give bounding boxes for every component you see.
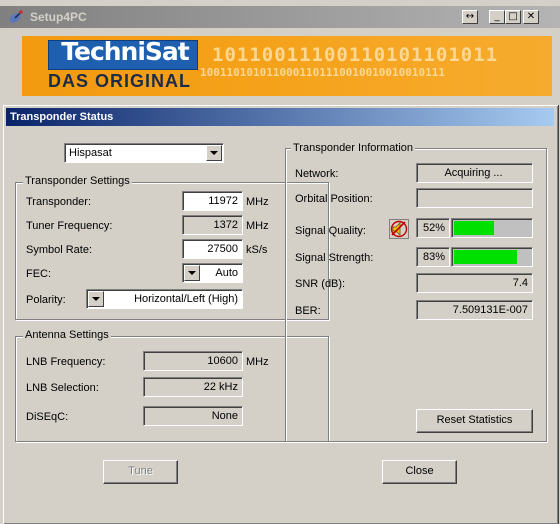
- satellite-icon: [9, 10, 23, 23]
- satellite-select[interactable]: Hispasat: [64, 143, 224, 163]
- transponder-label: Transponder:: [26, 196, 92, 208]
- tune-button[interactable]: Tune: [103, 460, 178, 484]
- transponder-information-label: Transponder Information: [291, 142, 416, 155]
- resize-button[interactable]: ↔: [462, 10, 478, 24]
- signal-strength-bar-fill: [454, 250, 517, 264]
- orbital-position-field: [416, 188, 533, 208]
- transponder-status-dialog: Transponder Status Hispasat Transponder …: [2, 104, 558, 524]
- dialog-title: Transponder Status: [10, 111, 114, 123]
- binary-pattern: 1001101010110001101110010010010010111: [200, 66, 446, 79]
- snr-label: SNR (dB):: [295, 278, 346, 290]
- antenna-settings-label: Antenna Settings: [23, 329, 111, 342]
- audio-speaker-icon[interactable]: [389, 219, 409, 239]
- transponder-unit: MHz: [246, 196, 269, 208]
- maximize-button[interactable]: □: [505, 10, 521, 24]
- satellite-select-value: Hispasat: [69, 147, 112, 159]
- tuner-frequency-field: 1372: [182, 215, 243, 235]
- ber-label: BER:: [295, 305, 321, 317]
- banner-slogan: DAS ORIGINAL: [48, 71, 192, 91]
- close-window-button[interactable]: ✕: [523, 10, 539, 24]
- signal-strength-value: 83%: [416, 247, 450, 267]
- diseqc-label: DiSEqC:: [26, 411, 69, 423]
- close-button[interactable]: Close: [382, 460, 457, 484]
- tuner-frequency-label: Tuner Frequency:: [26, 220, 113, 232]
- minimize-button[interactable]: _: [489, 10, 505, 24]
- chevron-down-icon[interactable]: [88, 291, 104, 307]
- signal-quality-label: Signal Quality:: [295, 225, 366, 237]
- binary-pattern: 10110011100110101101011: [212, 44, 499, 66]
- snr-field: 7.4: [416, 273, 533, 293]
- lnb-frequency-field: 10600: [143, 351, 243, 371]
- symbol-rate-input[interactable]: 27500: [182, 239, 243, 259]
- chevron-down-icon[interactable]: [184, 265, 200, 281]
- symbol-rate-label: Symbol Rate:: [26, 244, 93, 256]
- orbital-position-label: Orbital Position:: [295, 193, 373, 205]
- reset-statistics-button[interactable]: Reset Statistics: [416, 409, 533, 433]
- technisat-logo: TechniSat: [61, 37, 190, 66]
- signal-quality-bar-fill: [454, 221, 494, 235]
- technisat-banner: 10110011100110101101011 1001101010110001…: [22, 36, 552, 96]
- ber-field: 7.509131E-007: [416, 300, 533, 320]
- fec-label: FEC:: [26, 268, 52, 280]
- dialog-titlebar[interactable]: Transponder Status: [6, 108, 554, 126]
- chevron-down-icon[interactable]: [206, 145, 222, 161]
- background-titlebar[interactable]: Setup4PC ↔ _ □ ✕: [0, 6, 560, 28]
- network-label: Network:: [295, 168, 339, 180]
- transponder-settings-label: Transponder Settings: [23, 175, 132, 188]
- lnb-selection-label: LNB Selection:: [26, 382, 99, 394]
- diseqc-field: None: [143, 406, 243, 426]
- background-window-title: Setup4PC: [30, 10, 87, 24]
- symbol-rate-unit: kS/s: [246, 244, 268, 256]
- signal-quality-value: 52%: [416, 218, 450, 238]
- lnb-frequency-unit: MHz: [246, 356, 269, 368]
- lnb-selection-field: 22 kHz: [143, 377, 243, 397]
- polarity-label: Polarity:: [26, 294, 66, 306]
- network-field: Acquiring ...: [416, 163, 533, 183]
- lnb-frequency-label: LNB Frequency:: [26, 356, 106, 368]
- signal-strength-bar: [451, 247, 533, 267]
- transponder-input[interactable]: 11972: [182, 191, 243, 211]
- signal-strength-label: Signal Strength:: [295, 252, 374, 264]
- polarity-select[interactable]: Horizontal/Left (High): [86, 289, 243, 309]
- tuner-frequency-unit: MHz: [246, 220, 269, 232]
- signal-quality-bar: [451, 218, 533, 238]
